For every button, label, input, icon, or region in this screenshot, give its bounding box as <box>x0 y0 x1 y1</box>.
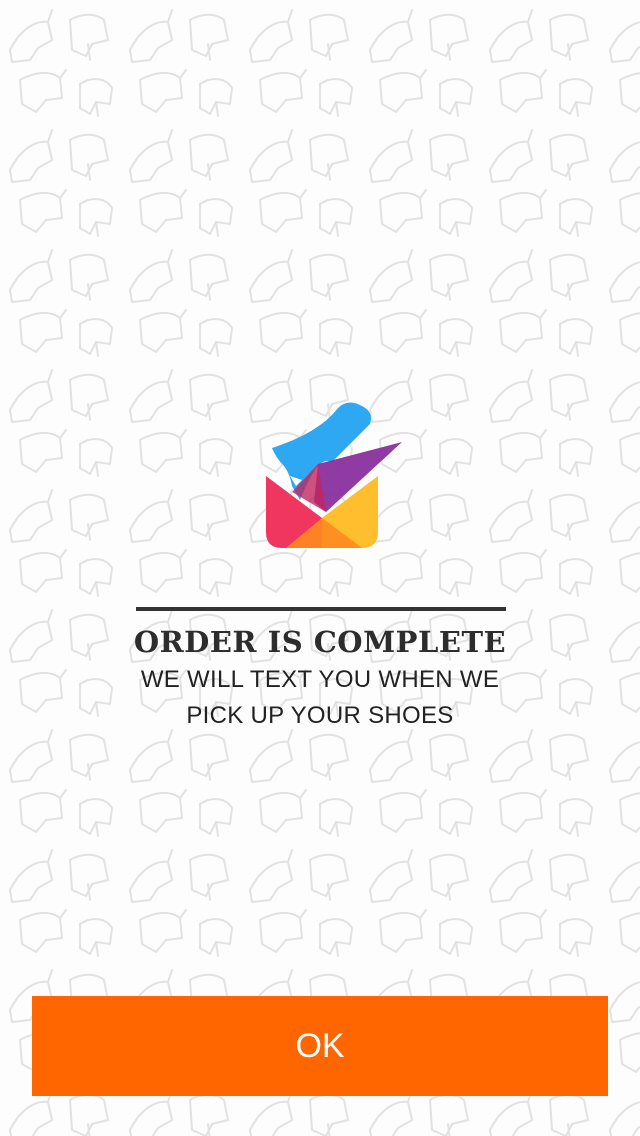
ok-button[interactable]: OK <box>32 996 608 1096</box>
shoe-pattern-background <box>0 0 640 1136</box>
title-divider <box>136 607 506 611</box>
confirmation-message: WE WILL TEXT YOU WHEN WE PICK UP YOUR SH… <box>140 666 500 729</box>
shoe-box-logo-icon <box>266 402 402 548</box>
page-title: ORDER IS COMPLETE <box>133 625 507 659</box>
order-complete-screen: ORDER IS COMPLETE WE WILL TEXT YOU WHEN … <box>0 0 640 1136</box>
